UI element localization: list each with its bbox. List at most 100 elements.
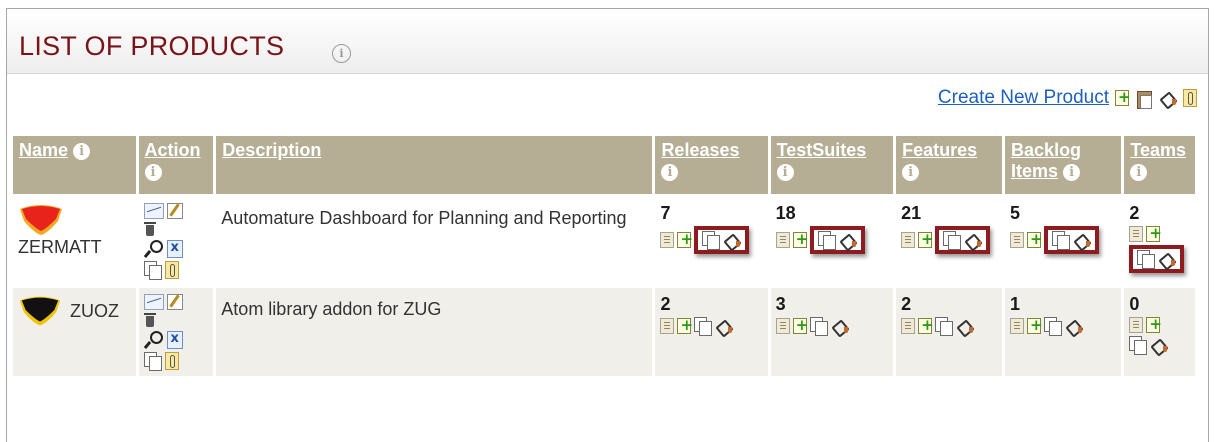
add-icon[interactable] [1115,88,1131,106]
testsuites-cell: 18 [770,197,894,285]
column-header-name[interactable]: Name i [13,136,136,194]
list-icon[interactable] [1010,318,1025,334]
info-icon[interactable]: i [144,163,162,181]
add-icon[interactable] [792,230,808,248]
copy-icon[interactable] [817,231,836,250]
add-icon[interactable] [677,316,693,334]
column-header-description[interactable]: Description [216,136,653,194]
attachment-icon[interactable] [1183,89,1197,107]
copy-icon[interactable] [702,231,721,250]
excel-icon[interactable] [166,331,183,349]
add-icon[interactable] [918,316,934,334]
list-icon[interactable] [775,232,790,248]
column-header-testsuites[interactable]: TestSuites i [770,136,894,194]
releases-count[interactable]: 7 [660,203,762,223]
column-header-backlog-items[interactable]: Backlog Items i [1005,136,1122,194]
copy-icon[interactable] [694,317,713,336]
column-header-teams[interactable]: Teams i [1124,136,1195,194]
product-name[interactable]: ZERMATT [18,237,102,257]
attachment-icon[interactable] [164,261,179,279]
testsuites-cell: 3 [770,288,894,376]
info-icon[interactable]: i [902,163,920,181]
paint-bucket-icon[interactable] [1158,250,1176,268]
add-icon[interactable] [918,230,934,248]
add-icon[interactable] [1027,316,1043,334]
info-icon[interactable]: i [776,163,794,181]
highlight-box [1129,245,1185,273]
list-icon[interactable] [660,232,675,248]
paint-bucket-icon[interactable] [839,231,857,249]
copy-icon[interactable] [1052,231,1071,250]
paint-bucket-icon[interactable] [715,317,733,335]
attachment-icon[interactable] [164,352,179,370]
table-row: ZERMATT Automature Dashboard for Plannin… [13,197,1195,285]
search-icon[interactable] [144,239,164,259]
trash-icon[interactable] [143,221,156,237]
add-icon[interactable] [1146,315,1162,333]
copy-icon[interactable] [1137,250,1156,269]
add-icon[interactable] [1146,224,1162,242]
testsuites-count[interactable]: 3 [776,294,889,314]
trash-icon[interactable] [143,312,156,328]
paint-bucket-icon[interactable] [723,231,741,249]
product-logo [20,205,62,235]
paint-bucket-icon[interactable] [1073,231,1091,249]
column-header-features[interactable]: Features i [896,136,1003,194]
highlight-box [694,226,750,254]
testsuites-count[interactable]: 18 [776,203,889,223]
copy-icon[interactable] [1044,317,1063,336]
product-name[interactable]: ZUOZ [70,301,119,322]
teams-count[interactable]: 0 [1129,294,1190,314]
paint-bucket-icon[interactable] [956,317,974,335]
list-icon[interactable] [660,318,675,334]
paint-bucket-icon[interactable] [1065,317,1083,335]
list-icon[interactable] [775,318,790,334]
table-row: ZUOZ Atom library addon for ZUG 2 3 [13,288,1195,376]
info-icon[interactable]: i [1063,163,1081,181]
chart-icon[interactable] [143,203,164,219]
product-name-cell: ZERMATT [13,197,136,285]
highlight-box [1044,226,1100,254]
add-icon[interactable] [792,316,808,334]
info-icon[interactable]: i [332,44,351,63]
list-icon[interactable] [901,232,916,248]
edit-icon[interactable] [166,294,183,310]
product-name-cell: ZUOZ [13,288,136,376]
info-icon[interactable]: i [73,142,91,160]
excel-icon[interactable] [166,240,183,258]
teams-count[interactable]: 2 [1129,203,1190,223]
search-icon[interactable] [144,330,164,350]
info-icon[interactable]: i [1130,163,1148,181]
list-icon[interactable] [1129,317,1144,333]
features-count[interactable]: 2 [901,294,997,314]
paint-bucket-icon[interactable] [831,317,849,335]
copy-icon[interactable] [809,317,828,336]
edit-icon[interactable] [166,203,183,219]
copy-icon[interactable] [1129,336,1148,355]
paint-bucket-icon[interactable] [1159,89,1177,107]
create-toolbar: Create New Product [938,87,1197,109]
paint-bucket-icon[interactable] [1150,336,1168,354]
features-count[interactable]: 21 [901,203,997,223]
paint-bucket-icon[interactable] [964,231,982,249]
list-icon[interactable] [901,318,916,334]
copy-icon[interactable] [935,317,954,336]
highlight-box [935,226,991,254]
chart-icon[interactable] [143,294,164,310]
info-icon[interactable]: i [661,163,679,181]
create-new-product-link[interactable]: Create New Product [938,87,1109,109]
copy-icon[interactable] [943,231,962,250]
clipboard-icon[interactable] [1135,88,1153,109]
add-icon[interactable] [1027,230,1043,248]
backlog-items-cell: 1 [1005,288,1122,376]
backlog-items-count[interactable]: 1 [1010,294,1116,314]
column-header-releases[interactable]: Releases i [655,136,768,194]
list-icon[interactable] [1010,232,1025,248]
column-header-action[interactable]: Action i [138,136,214,194]
list-icon[interactable] [1129,226,1144,242]
copy-icon[interactable] [143,352,162,371]
backlog-items-count[interactable]: 5 [1010,203,1116,223]
add-icon[interactable] [677,230,693,248]
copy-icon[interactable] [143,261,162,280]
releases-count[interactable]: 2 [660,294,762,314]
